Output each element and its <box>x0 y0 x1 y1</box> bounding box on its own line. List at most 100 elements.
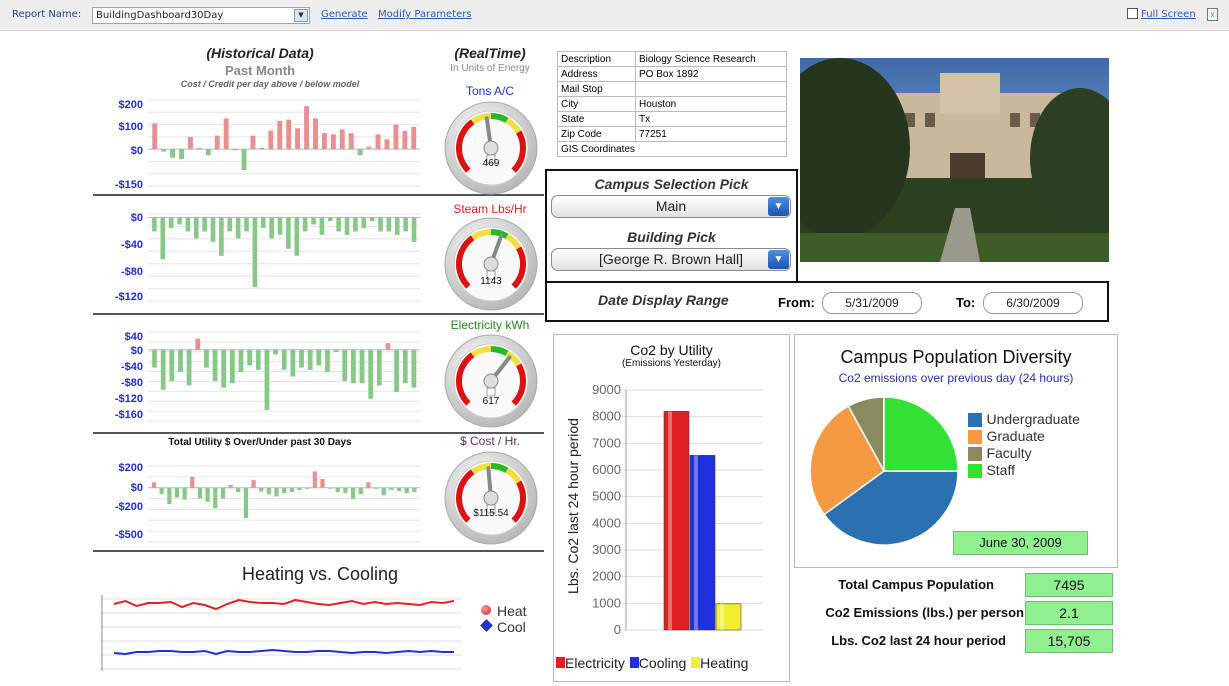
data-bar <box>297 487 302 490</box>
building-pick-label: Building Pick <box>627 229 716 245</box>
data-bar <box>343 487 348 494</box>
data-bar <box>274 487 279 497</box>
data-bar <box>375 134 381 150</box>
data-bar <box>384 139 390 150</box>
co2-per-person-value: 2.1 <box>1025 601 1113 625</box>
campus-select-value: Main <box>655 198 687 214</box>
data-bar <box>333 349 339 353</box>
data-bar <box>236 487 241 493</box>
data-bar <box>402 130 408 150</box>
data-bar <box>227 217 233 232</box>
data-bar <box>368 349 374 399</box>
gauge-hub <box>483 490 499 506</box>
data-bar <box>376 349 382 386</box>
data-bar <box>335 487 340 493</box>
data-bar <box>321 133 327 150</box>
data-bar <box>411 349 417 388</box>
data-bar <box>168 217 174 228</box>
data-bar <box>202 217 207 232</box>
co2-chart-subtitle: (Emissions Yesterday) <box>622 358 721 369</box>
data-bar <box>190 476 195 488</box>
info-value: Tx <box>635 111 787 127</box>
data-bar <box>320 479 325 488</box>
data-bar <box>193 217 199 239</box>
total-utility-title: Total Utility $ Over/Under past 30 Days <box>168 437 352 448</box>
data-bar <box>386 217 392 232</box>
data-bar <box>403 217 408 232</box>
data-bar <box>327 217 333 221</box>
from-date-input[interactable]: 5/31/2009 <box>822 292 922 314</box>
data-bar <box>159 487 164 495</box>
gauge-title-steam: Steam Lbs/Hr <box>453 202 527 216</box>
full-screen-checkbox[interactable] <box>1127 8 1138 19</box>
data-bar <box>286 217 291 249</box>
data-bar <box>302 217 308 232</box>
data-bar <box>313 118 318 150</box>
to-date-input[interactable]: 6/30/2009 <box>983 292 1083 314</box>
y-tick-label: 7000 <box>592 435 621 450</box>
info-row: Zip Code 77251 <box>557 126 787 142</box>
data-bar <box>212 349 218 381</box>
data-bar <box>412 487 417 493</box>
data-bar <box>214 135 220 150</box>
export-icon[interactable]: x <box>1207 8 1218 21</box>
data-bar <box>294 217 300 256</box>
data-bar <box>277 217 283 235</box>
data-bar <box>179 149 184 159</box>
co2-per-person-label: Co2 Emissions (lbs.) per person <box>825 605 1024 620</box>
data-bar <box>185 217 191 232</box>
data-bar <box>394 349 399 393</box>
faculty-swatch <box>968 446 982 461</box>
info-label: State <box>557 111 636 127</box>
chevron-down-icon[interactable]: ▼ <box>768 250 789 269</box>
gauge-title-tons-ac: Tons A/C <box>465 84 515 98</box>
info-value: 77251 <box>635 126 787 142</box>
data-bar <box>373 487 379 489</box>
data-bar <box>282 487 287 494</box>
total-population-value: 7495 <box>1025 573 1113 597</box>
data-bar <box>402 349 408 384</box>
info-label: City <box>557 96 636 112</box>
data-bar <box>273 349 278 355</box>
data-bar <box>330 134 336 150</box>
data-bar <box>160 217 166 260</box>
gauge-title-electricity: Electricity kWh <box>450 318 530 332</box>
data-bar <box>290 349 296 377</box>
co2-legend: Electricity Cooling Heating <box>556 655 791 671</box>
chevron-down-icon[interactable]: ▼ <box>768 197 789 216</box>
data-bar <box>358 487 363 495</box>
building-select[interactable]: [George R. Brown Hall] ▼ <box>551 248 791 271</box>
lbs-co2-value: 15,705 <box>1025 629 1113 653</box>
cool-legend-icon <box>480 619 493 632</box>
building-photo-image <box>800 58 1109 262</box>
info-row: Address PO Box 1892 <box>557 66 787 82</box>
y-tick-label: 1000 <box>592 595 621 610</box>
campus-select[interactable]: Main ▼ <box>551 195 791 218</box>
building-select-value: [George R. Brown Hall] <box>599 251 743 267</box>
cooling-legend-swatch <box>629 657 639 668</box>
data-bar <box>260 217 266 228</box>
data-bar <box>269 217 274 239</box>
data-bar <box>259 487 264 492</box>
gauge-hub <box>483 140 499 156</box>
undergraduate-label: Undergraduate <box>986 411 1080 427</box>
population-title: Campus Population Diversity <box>840 347 1072 367</box>
building-photo <box>800 58 1109 262</box>
bar-highlight <box>694 455 698 630</box>
info-label: Description <box>557 51 636 67</box>
data-bar <box>359 349 365 384</box>
y-tick-label: 3000 <box>592 542 621 557</box>
population-date: June 30, 2009 <box>953 531 1088 555</box>
electricity-gauge <box>444 334 538 428</box>
data-bar <box>174 487 180 498</box>
data-bar <box>219 217 224 256</box>
data-bar <box>277 120 283 150</box>
data-bar <box>186 349 192 386</box>
full-screen-link[interactable]: Full Screen <box>1141 9 1196 20</box>
bar-highlight <box>720 603 724 630</box>
data-bar <box>369 217 375 221</box>
data-bar <box>366 146 372 150</box>
info-label: Zip Code <box>557 126 636 142</box>
data-bar <box>152 217 157 232</box>
data-bar <box>182 487 187 500</box>
